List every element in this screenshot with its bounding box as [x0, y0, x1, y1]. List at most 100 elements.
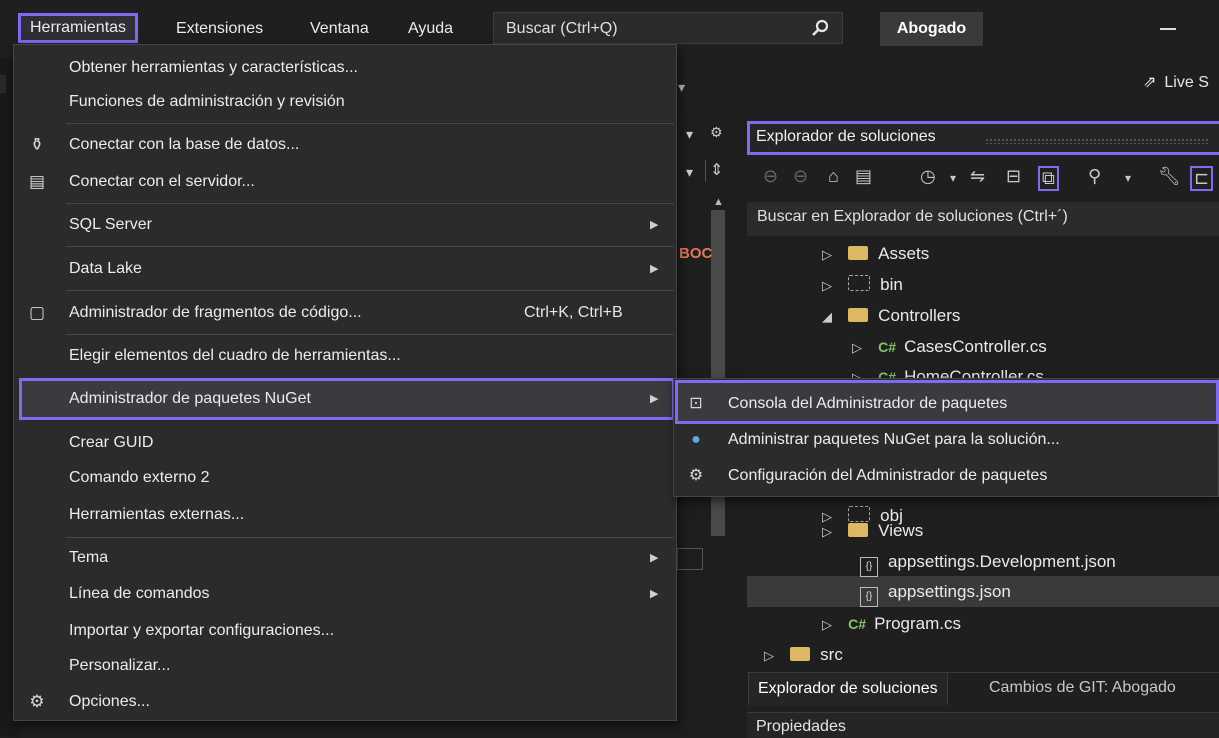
code-fragment: BOC	[679, 245, 713, 262]
gear-icon[interactable]: ⚙	[710, 124, 723, 141]
chevron-down-icon[interactable]: ▾	[950, 171, 956, 185]
expand-icon[interactable]: ▷	[852, 333, 864, 363]
dropdown-arrow-icon[interactable]: ▾	[678, 79, 685, 96]
menu-shortcut: Ctrl+K, Ctrl+B	[524, 304, 623, 321]
menu-item-obtener-herramientas[interactable]: Obtener herramientas y características..…	[14, 51, 676, 85]
pin-dropdown-icon[interactable]: ▾	[686, 126, 693, 143]
menu-item-label: Tema	[69, 549, 109, 566]
menu-item-tema[interactable]: Tema ▶	[14, 541, 676, 575]
titlebar-grip[interactable]	[985, 138, 1210, 144]
console-icon: ⊡	[689, 395, 703, 412]
tree-item-appsettings-development[interactable]: {} appsettings.Development.json	[860, 547, 1116, 577]
menu-item-fragmentos-codigo[interactable]: ▢ Administrador de fragmentos de código.…	[14, 296, 676, 330]
back-icon[interactable]: ⊖	[763, 166, 778, 187]
snippet-icon: ▢	[28, 303, 46, 322]
server-connect-icon: ▤	[28, 172, 46, 191]
tree-item-bin[interactable]: ▷ bin	[822, 270, 903, 300]
submenu-arrow-icon: ▶	[650, 552, 659, 564]
menu-item-label: Línea de comandos	[69, 585, 210, 602]
expand-icon[interactable]: ▷	[822, 610, 834, 640]
submenu-item-label: Administrar paquetes NuGet para la soluc…	[728, 431, 1060, 448]
menu-item-label: Obtener herramientas y características..…	[69, 59, 358, 76]
menu-item-sql-server[interactable]: SQL Server ▶	[14, 208, 676, 242]
menu-ventana[interactable]: Ventana	[310, 14, 369, 44]
solution-explorer-title: Explorador de soluciones	[756, 128, 936, 145]
split-icon[interactable]: ⇕	[710, 160, 723, 180]
search-icon	[812, 19, 829, 36]
preview-icon[interactable]: ⊏	[1190, 166, 1214, 191]
menu-item-personalizar[interactable]: Personalizar...	[14, 649, 676, 683]
search-input[interactable]: Buscar (Ctrl+Q)	[493, 12, 843, 44]
menu-item-conectar-base-datos[interactable]: ⚱ Conectar con la base de datos...	[14, 128, 676, 162]
home-icon[interactable]: ⌂	[828, 166, 839, 187]
profile-badge[interactable]: Abogado	[880, 12, 983, 46]
menu-separator	[66, 203, 674, 204]
menu-separator	[66, 537, 674, 538]
submenu-arrow-icon: ▶	[650, 263, 659, 275]
tab-solution-explorer[interactable]: Explorador de soluciones	[748, 672, 948, 705]
scroll-up-icon[interactable]: ▲	[713, 196, 724, 208]
switch-view-icon[interactable]: ▤	[855, 166, 872, 187]
tree-item-assets[interactable]: ▷ Assets	[822, 239, 929, 269]
menu-item-opciones[interactable]: ⚙ Opciones...	[14, 685, 676, 719]
menu-item-label: Funciones de administración y revisión	[69, 93, 345, 110]
menu-item-label: SQL Server	[69, 216, 152, 233]
tree-item-casescontroller[interactable]: ▷ C# CasesController.cs	[852, 332, 1047, 362]
submenu-item-configuracion[interactable]: ⚙ Configuración del Administrador de paq…	[673, 458, 1219, 494]
menu-item-linea-comandos[interactable]: Línea de comandos ▶	[14, 577, 676, 611]
submenu-arrow-icon: ▶	[650, 393, 659, 405]
json-file-icon: {}	[860, 587, 878, 607]
tree-item-views[interactable]: ▷ Views	[822, 516, 923, 546]
folder-icon	[790, 647, 811, 661]
filter-icon[interactable]: ⚲	[1088, 166, 1101, 187]
left-stub	[0, 75, 6, 93]
chevron-down-icon[interactable]: ▾	[1125, 171, 1131, 185]
menu-item-crear-guid[interactable]: Crear GUID	[14, 426, 676, 460]
tree-item-controllers[interactable]: ◢ Controllers	[822, 301, 960, 331]
csharp-file-icon: C#	[878, 339, 897, 355]
tab-git-changes[interactable]: Cambios de GIT: Abogado	[980, 672, 1185, 704]
expand-icon[interactable]: ▷	[764, 641, 776, 671]
menu-item-comando-externo[interactable]: Comando externo 2	[14, 461, 676, 495]
divider	[705, 160, 706, 182]
menu-item-funciones-administracion[interactable]: Funciones de administración y revisión	[14, 85, 676, 119]
expand-icon[interactable]: ▷	[822, 517, 834, 547]
tree-item-program[interactable]: ▷ C# Program.cs	[822, 609, 961, 639]
menu-separator	[66, 334, 674, 335]
wrench-icon[interactable]: 🔧︎	[1158, 166, 1181, 187]
share-icon: ⇗	[1143, 74, 1157, 91]
expand-icon[interactable]: ▷	[822, 240, 834, 270]
folder-icon	[848, 246, 869, 260]
forward-icon[interactable]: ⊖	[793, 166, 808, 187]
menu-separator	[66, 246, 674, 247]
live-share-button[interactable]: ⇗ Live S	[1143, 72, 1209, 92]
search-placeholder: Buscar (Ctrl+Q)	[506, 20, 618, 37]
pending-changes-icon[interactable]: ◷	[920, 166, 936, 187]
tree-item-appsettings[interactable]: {} appsettings.json	[860, 577, 1011, 607]
menu-item-label: Conectar con la base de datos...	[69, 136, 300, 153]
menu-extensiones[interactable]: Extensiones	[176, 14, 263, 44]
collapse-icon[interactable]: ◢	[822, 302, 834, 332]
minimize-button[interactable]	[1160, 28, 1176, 30]
menu-item-label: Importar y exportar configuraciones...	[69, 622, 335, 639]
submenu-item-consola[interactable]: ⊡ Consola del Administrador de paquetes	[673, 386, 1219, 422]
menu-herramientas[interactable]: Herramientas	[18, 13, 139, 43]
menu-separator	[66, 290, 674, 291]
menu-item-importar-exportar[interactable]: Importar y exportar configuraciones...	[14, 614, 676, 648]
menu-item-data-lake[interactable]: Data Lake ▶	[14, 252, 676, 286]
tree-item-src[interactable]: ▷ src	[764, 640, 843, 670]
expand-icon[interactable]: ▷	[822, 271, 834, 301]
menu-item-label: Crear GUID	[69, 434, 154, 451]
menu-item-label: Data Lake	[69, 260, 142, 277]
sync-icon[interactable]: ⇋	[970, 166, 985, 187]
chevron-down-icon[interactable]: ▾	[686, 164, 693, 181]
menu-item-nuget[interactable]: Administrador de paquetes NuGet ▶	[14, 382, 676, 416]
menu-item-cuadro-herramientas[interactable]: Elegir elementos del cuadro de herramien…	[14, 339, 676, 373]
menu-item-conectar-servidor[interactable]: ▤ Conectar con el servidor...	[14, 165, 676, 199]
submenu-item-administrar-paquetes[interactable]: ● Administrar paquetes NuGet para la sol…	[673, 422, 1219, 458]
submenu-arrow-icon: ▶	[650, 219, 659, 231]
collapse-all-icon[interactable]: ⊟	[1006, 166, 1021, 187]
menu-item-herramientas-externas[interactable]: Herramientas externas...	[14, 498, 676, 532]
show-all-files-icon[interactable]: ⧉	[1038, 166, 1059, 191]
menu-ayuda[interactable]: Ayuda	[408, 14, 453, 44]
